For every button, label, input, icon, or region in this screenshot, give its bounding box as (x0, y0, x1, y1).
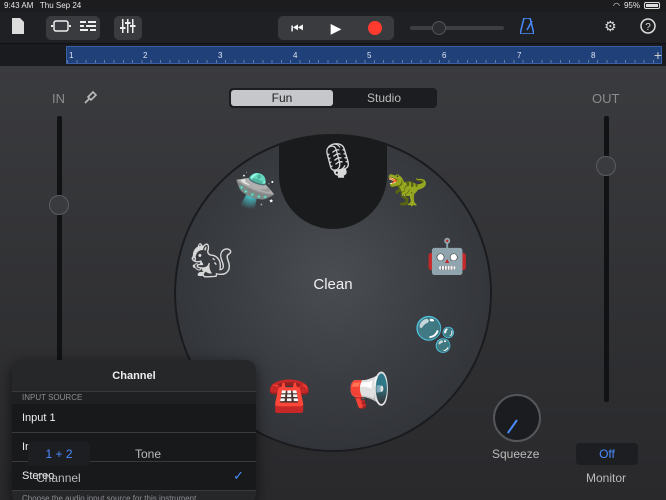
tracks-view-icon[interactable] (79, 19, 96, 37)
output-meter-label: OUT (592, 91, 620, 106)
channel-button[interactable]: 1 + 2 (28, 442, 90, 466)
voice-instrument-panel: IN OUT Fun Studio 🎙 🦖 🤖 🫧 📢 ☎️ 🐿 🛸 Clean… (0, 66, 666, 500)
instrument-view-icon[interactable] (50, 19, 71, 37)
input-option-label: Input 1 (22, 412, 56, 424)
status-date: Thu Sep 24 (39, 1, 82, 10)
battery-percent: 95% (623, 1, 640, 10)
checkmark-icon: ✓ (233, 468, 244, 483)
play-icon: ▶ (330, 19, 342, 36)
squeeze-knob[interactable] (493, 394, 541, 442)
svg-text:?: ? (645, 22, 651, 33)
settings-gear-icon[interactable]: ⚙ (604, 18, 617, 35)
ufo-icon[interactable]: 🛸 (234, 174, 276, 208)
microphone-icon[interactable]: 🎙 (316, 144, 359, 178)
ruler-bar-2: 2 (143, 51, 148, 60)
selected-preset-label: Clean (313, 276, 353, 293)
metronome-icon[interactable] (519, 17, 535, 37)
rewind-button[interactable]: ⏮ (278, 16, 317, 40)
document-icon[interactable] (12, 18, 24, 37)
ruler-bar-3: 3 (218, 51, 223, 60)
mixer-icon (120, 18, 136, 38)
input-settings-icon[interactable] (82, 88, 100, 111)
add-section-icon[interactable]: + (654, 47, 662, 63)
status-time: 9:43 AM (4, 1, 34, 10)
ruler-bar-8: 8 (591, 51, 596, 60)
help-icon[interactable]: ? (640, 18, 656, 37)
ruler-bar-5: 5 (367, 51, 372, 60)
popover-footer: Choose the audio input source for this i… (22, 494, 199, 500)
squeeze-knob-indicator (507, 419, 518, 434)
squeeze-label: Squeeze (492, 447, 540, 461)
ruler-bar-4: 4 (293, 51, 298, 60)
monster-icon[interactable]: 🦖 (386, 172, 428, 206)
telephone-icon[interactable]: ☎️ (268, 378, 310, 412)
ruler-bar-6: 6 (442, 51, 447, 60)
toolbar: ⏮ ▶ ⚙ ? (0, 12, 666, 44)
volume-slider-track[interactable] (410, 26, 504, 30)
input-level-track (57, 116, 62, 386)
popover-section-header: INPUT SOURCE (12, 392, 256, 404)
transport-controls: ⏮ ▶ (278, 16, 394, 40)
monitor-label: Monitor (586, 471, 627, 485)
input-level-knob[interactable] (49, 195, 69, 215)
bubbles-icon[interactable]: 🫧 (414, 318, 456, 352)
skip-back-icon: ⏮ (291, 19, 304, 36)
input-meter-label: IN (52, 91, 65, 106)
monitor-toggle-button[interactable]: Off (576, 443, 638, 465)
wifi-icon: ◠ (613, 1, 620, 10)
ruler-bar[interactable]: 1 2 3 4 5 6 7 8 (66, 46, 662, 64)
volume-slider-knob[interactable] (432, 21, 446, 35)
view-toggle[interactable] (46, 16, 100, 40)
battery-icon (644, 2, 660, 9)
record-icon (367, 21, 382, 35)
status-bar: 9:43 AM Thu Sep 24 ◠ 95% (0, 0, 666, 12)
tab-studio[interactable]: Studio (333, 90, 435, 106)
ruler-bar-7: 7 (517, 51, 522, 60)
status-right: ◠ 95% (613, 1, 660, 10)
record-button[interactable] (355, 16, 394, 40)
channel-label: Channel (36, 471, 81, 485)
squirrel-icon[interactable]: 🐿 (190, 244, 233, 278)
tab-fun[interactable]: Fun (231, 90, 333, 106)
mixer-button[interactable] (114, 16, 142, 40)
robot-icon[interactable]: 🤖 (426, 240, 468, 274)
popover-title: Channel (12, 360, 256, 392)
timeline-ruler[interactable]: 1 2 3 4 5 6 7 8 + (0, 44, 666, 66)
ruler-bar-1: 1 (69, 51, 74, 60)
tone-label: Tone (135, 447, 162, 461)
input-option-1[interactable]: Input 1 (12, 404, 256, 433)
play-button[interactable]: ▶ (317, 16, 356, 40)
output-level-knob[interactable] (596, 156, 616, 176)
status-time-date: 9:43 AM Thu Sep 24 (4, 1, 81, 10)
megaphone-icon[interactable]: 📢 (348, 374, 390, 408)
mode-tabs: Fun Studio (229, 88, 437, 108)
